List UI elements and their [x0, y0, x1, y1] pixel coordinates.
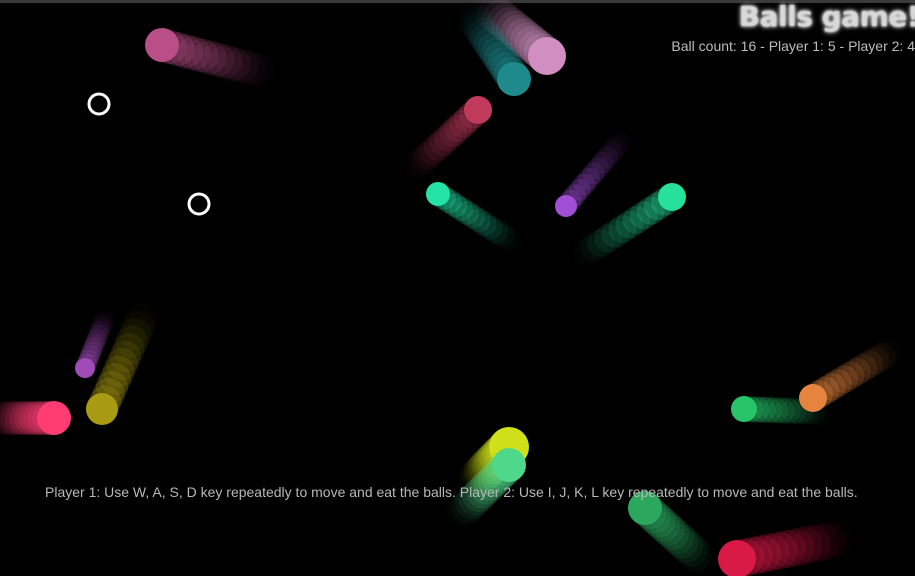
ball-head: [799, 384, 827, 412]
ball: [555, 135, 628, 217]
ball: [799, 342, 896, 412]
ball: [409, 96, 492, 175]
ball: [580, 183, 686, 262]
ball: [628, 491, 713, 571]
players-layer: [87, 92, 211, 216]
ball: [718, 521, 848, 576]
ball: [145, 28, 267, 85]
player-2-circle: [187, 192, 211, 216]
ball-head: [497, 62, 531, 96]
ball-head: [75, 358, 95, 378]
ball: [426, 182, 515, 248]
ball: [0, 401, 71, 435]
player-1-circle: [87, 92, 111, 116]
ball-head: [86, 393, 118, 425]
ball-head: [492, 448, 526, 482]
score-readout: Ball count: 16 - Player 1: 5 - Player 2:…: [671, 38, 915, 54]
ball-head: [731, 396, 757, 422]
ball-head: [555, 195, 577, 217]
ball-head: [426, 182, 450, 206]
game-canvas[interactable]: Balls game! Ball count: 16 - Player 1: 5…: [0, 0, 915, 576]
ball-head: [145, 28, 179, 62]
ball-head: [658, 183, 686, 211]
ball-head: [37, 401, 71, 435]
ball-head: [464, 96, 492, 124]
game-title: Balls game!: [738, 0, 915, 33]
ball-head: [528, 37, 566, 75]
instructions-text: Player 1: Use W, A, S, D key repeatedly …: [45, 484, 858, 500]
